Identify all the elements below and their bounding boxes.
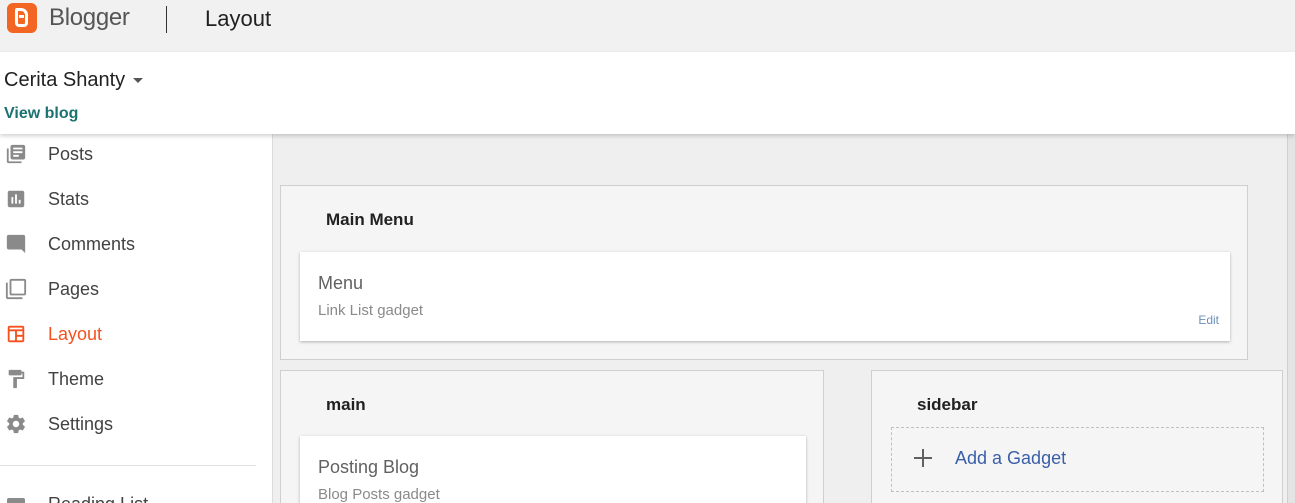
gadget-type: Link List gadget (318, 302, 424, 319)
sidebar-item-reading-list[interactable]: Reading List (48, 494, 148, 503)
sidebar-item-label: Pages (48, 279, 100, 299)
sidebar-item-label: Posts (48, 144, 94, 164)
page-title: Layout (205, 6, 272, 31)
brand-name[interactable]: Blogger (49, 4, 130, 32)
section-sidebar: sidebar Add a Gadget (871, 370, 1283, 503)
sidebar-nav: Posts Stats Comments Pages Layout Theme (0, 134, 272, 503)
comments-icon (6, 234, 26, 254)
gadget-name: Menu (318, 273, 364, 293)
settings-icon (7, 414, 25, 434)
posts-icon (6, 144, 26, 164)
sidebar-item-settings[interactable]: Settings (0, 404, 272, 444)
section-main: main Posting Blog Blog Posts gadget (280, 370, 824, 503)
blog-header: Cerita Shanty View blog (0, 52, 1295, 134)
layout-icon (7, 325, 25, 343)
section-title: Main Menu (326, 210, 414, 229)
view-blog-link[interactable]: View blog (4, 105, 78, 123)
sidebar-item-posts[interactable]: Posts (0, 134, 272, 174)
section-main-menu: Main Menu Menu Link List gadget Edit (280, 185, 1248, 360)
sidebar-item-label: Comments (48, 234, 136, 254)
sidebar-item-comments[interactable]: Comments (0, 224, 272, 264)
pages-icon (5, 278, 27, 300)
blogger-logo-icon[interactable] (7, 3, 37, 33)
sidebar-item-stats[interactable]: Stats (0, 179, 272, 219)
header-divider (166, 6, 167, 33)
chevron-down-icon[interactable] (133, 78, 143, 83)
section-title: main (326, 395, 366, 414)
sidebar-item-label: Settings (48, 414, 114, 434)
add-gadget-label: Add a Gadget (955, 448, 1067, 468)
sidebar-divider (0, 465, 256, 466)
add-gadget-button[interactable]: Add a Gadget (891, 427, 1264, 492)
sidebar-item-label: Theme (48, 369, 105, 389)
layout-canvas: Main Menu Menu Link List gadget Edit mai… (272, 134, 1287, 503)
gadget-menu[interactable]: Menu Link List gadget Edit (300, 252, 1230, 341)
sidebar-item-layout[interactable]: Layout (0, 314, 272, 354)
gadget-name: Posting Blog (318, 457, 420, 477)
section-title: sidebar (917, 395, 978, 414)
theme-icon (8, 369, 25, 389)
edit-gadget-link[interactable]: Edit (1198, 313, 1219, 327)
sidebar-item-label: Layout (48, 324, 103, 344)
blog-selector[interactable]: Cerita Shanty (4, 69, 125, 92)
reading-list-icon (7, 498, 25, 503)
stats-icon (7, 190, 25, 208)
scroll-edge (1287, 134, 1295, 503)
plus-icon (914, 449, 932, 467)
sidebar-item-pages[interactable]: Pages (0, 269, 272, 309)
gadget-blog-posts[interactable]: Posting Blog Blog Posts gadget (300, 436, 806, 503)
gadget-type: Blog Posts gadget (318, 486, 440, 503)
top-app-bar: Blogger Layout (0, 0, 1295, 52)
sidebar-item-label: Stats (48, 189, 90, 209)
sidebar-item-theme[interactable]: Theme (0, 359, 272, 399)
